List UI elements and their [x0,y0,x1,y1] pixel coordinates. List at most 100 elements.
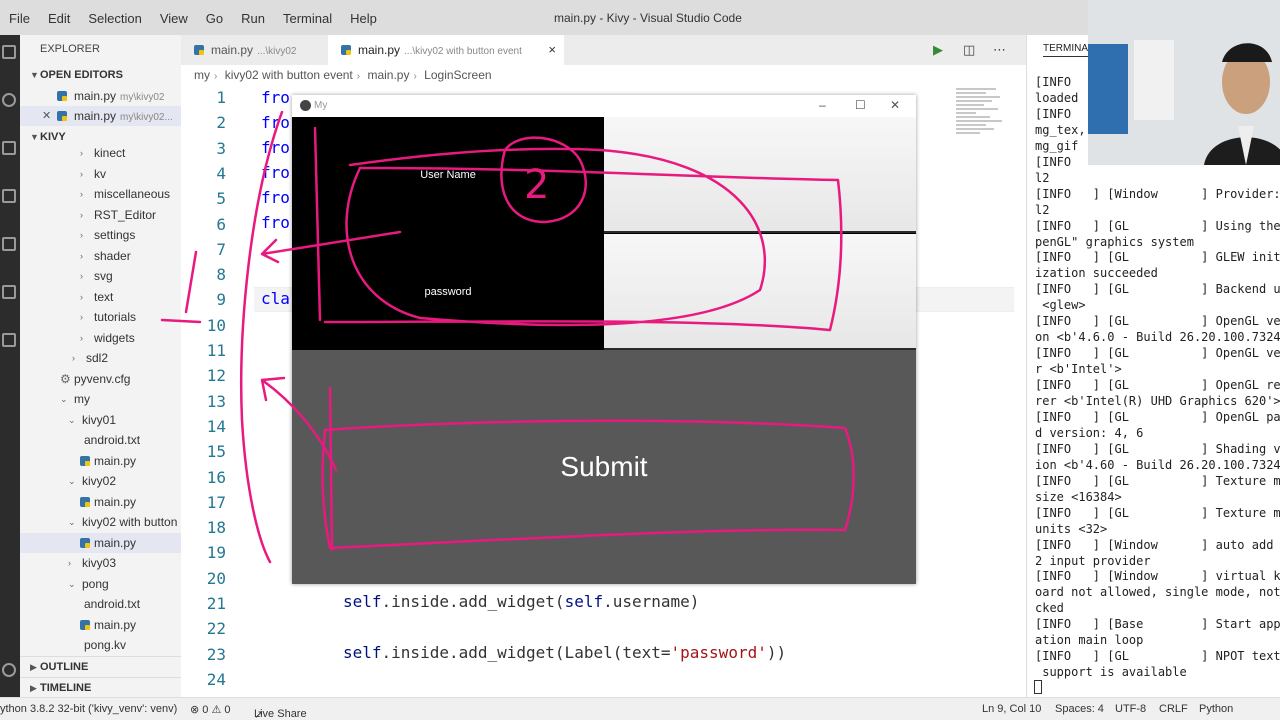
tree-item-rst-editor[interactable]: › RST_Editor [20,205,181,225]
line-number: 17 [206,492,226,512]
tree-item-kivy02-with-button-e[interactable]: ⌄ kivy02 with button e... [20,512,181,532]
tree-item-label: kivy03 [82,556,117,570]
chevron-right-icon: › [80,250,83,261]
timeline-section[interactable]: ▶ TIMELINE [20,677,181,697]
menu-terminal[interactable]: Terminal [274,11,341,26]
tree-item-label: miscellaneous [94,187,171,201]
menu-edit[interactable]: Edit [39,11,79,26]
minimize-icon[interactable]: – [819,98,826,112]
tree-item-settings[interactable]: › settings [20,225,181,245]
open-editor-item[interactable]: main.py my\kivy02 [20,86,181,106]
tree-item-widgets[interactable]: › widgets [20,328,181,348]
open-editors-section[interactable]: ▼OPEN EDITORS [20,65,181,85]
tree-item-shader[interactable]: › shader [20,246,181,266]
python-file-icon [80,455,90,466]
submit-button[interactable]: Submit [292,350,916,584]
label-column: User Name password [292,117,604,350]
tree-item-miscellaneous[interactable]: › miscellaneous [20,184,181,204]
line-number: 20 [206,568,226,588]
menu-file[interactable]: File [0,11,39,26]
problems-counter[interactable]: ⊗ 0 ⚠ 0 [190,703,230,716]
open-editor-item-active[interactable]: ✕ main.py my\kivy02... [20,106,181,126]
cursor-position[interactable]: Ln 9, Col 10 [982,703,1041,715]
password-input[interactable] [604,234,916,350]
terminal-line: ion <b'4.60 - Build 26.20.100.7324'> [1035,457,1280,472]
tree-item-pong[interactable]: ⌄ pong [20,574,181,594]
minimap[interactable] [956,86,1016,206]
tree-item-tutorials[interactable]: › tutorials [20,307,181,327]
close-tab-icon[interactable]: × [548,35,556,65]
close-window-icon[interactable]: ✕ [890,98,900,112]
tree-item-android-txt[interactable]: android.txt [20,430,181,450]
tree-item-label: android.txt [84,597,141,611]
breadcrumb-folder[interactable]: kivy02 with button event [225,68,353,82]
tree-item-pong-kv[interactable]: pong.kv [20,635,181,655]
encoding[interactable]: UTF-8 [1115,703,1146,715]
close-icon[interactable]: ✕ [42,106,51,126]
tree-item-label: kivy01 [82,412,117,427]
line-number: 13 [206,391,226,411]
python-file-icon [80,619,90,630]
tab-main-py-kivy02[interactable]: main.py ...\kivy02 [181,35,327,65]
menu-view[interactable]: View [151,11,197,26]
tree-item-main-py[interactable]: main.py [20,492,181,512]
remote-explorer-icon[interactable] [2,333,16,347]
tree-item-pyvenv-cfg[interactable]: ⚙ pyvenv.cfg [20,369,181,389]
tree-item-kv[interactable]: › kv [20,164,181,184]
tree-item-kivy01[interactable]: ⌄ kivy01 [20,410,181,430]
line-number: 22 [206,619,226,639]
tree-item-label: android.txt [84,433,141,447]
breadcrumb-file[interactable]: main.py [367,68,409,82]
line-number: 9 [216,290,226,310]
run-python-icon[interactable]: ▶ [933,42,943,58]
indentation[interactable]: Spaces: 4 [1055,703,1104,715]
menu-go[interactable]: Go [197,11,232,26]
test-icon[interactable] [2,285,16,299]
terminal-line: [INFO ] [GL ] OpenGL pars [1035,409,1280,424]
tree-item-main-py[interactable]: main.py [20,615,181,635]
tree-item-svg[interactable]: › svg [20,266,181,286]
tree-item-main-py[interactable]: main.py [20,451,181,471]
line-number: 11 [206,341,226,360]
menu-selection[interactable]: Selection [79,11,150,26]
code-line-5: fro [261,188,290,207]
language-mode[interactable]: Python [1199,703,1233,715]
source-control-icon[interactable] [2,141,16,155]
tree-item-my[interactable]: ⌄ my [20,389,181,409]
chevron-down-icon: ▼ [30,70,39,80]
split-editor-icon[interactable]: ◫ [963,42,975,58]
search-icon[interactable] [2,93,16,107]
extensions-icon[interactable] [2,237,16,251]
chevron-right-icon: › [356,71,361,82]
tree-item-kivy03[interactable]: › kivy03 [20,553,181,573]
breadcrumb-my[interactable]: my [194,68,210,82]
tab-main-py-button-event[interactable]: main.py ...\kivy02 with button event × [328,35,564,65]
chevron-down-icon: ⌄ [68,414,76,425]
menu-run[interactable]: Run [232,11,274,26]
terminal-tab[interactable]: TERMINAL [1043,43,1094,57]
python-interpreter[interactable]: ython 3.8.2 32-bit ('kivy_venv': venv) [0,703,177,715]
terminal-line: [INFO ] [GL ] OpenGL vers [1035,314,1280,329]
breadcrumb-symbol[interactable]: LoginScreen [424,68,491,82]
python-file-icon [57,91,67,101]
tree-item-kivy02[interactable]: ⌄ kivy02 [20,471,181,491]
more-actions-icon[interactable]: ⋯ [993,42,1006,58]
tree-item-kinect[interactable]: › kinect [20,143,181,163]
tree-item-text[interactable]: › text [20,287,181,307]
username-input[interactable] [604,117,916,233]
settings-gear-icon[interactable] [2,663,16,677]
tree-item-main-py[interactable]: main.py [20,532,181,553]
terminal-line: [INFO ] [GL ] Texture max [1035,505,1280,520]
tree-item-label: main.py [94,453,137,468]
end-of-line[interactable]: CRLF [1159,703,1188,715]
outline-section[interactable]: ▶ OUTLINE [20,656,181,676]
maximize-icon[interactable]: ☐ [855,98,866,112]
run-debug-icon[interactable] [2,189,16,203]
tree-item-android-txt[interactable]: android.txt [20,594,181,614]
menu-help[interactable]: Help [341,11,386,26]
explorer-icon[interactable] [2,45,16,59]
tree-item-sdl2[interactable]: › sdl2 [20,348,181,368]
code-line-1: fro [261,88,290,107]
terminal-line: <glew> [1035,298,1086,313]
terminal-line: [INFO [1035,106,1072,121]
